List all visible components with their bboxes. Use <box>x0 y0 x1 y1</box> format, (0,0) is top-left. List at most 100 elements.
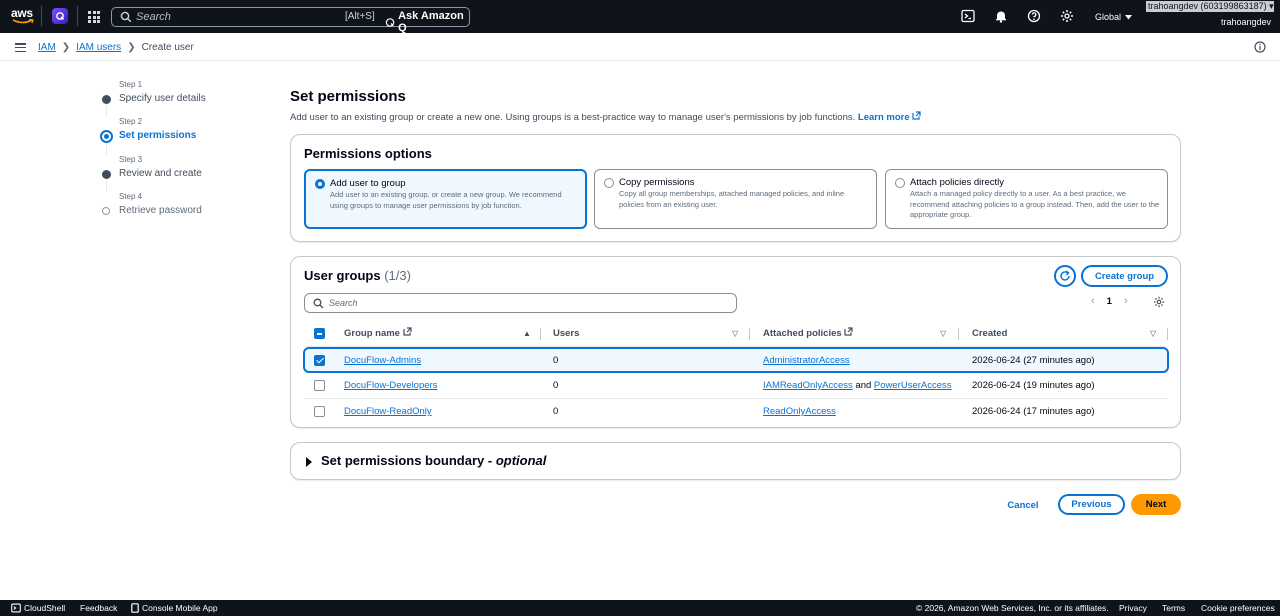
created-date: 2026-06-24 (27 minutes ago) <box>972 355 1095 366</box>
settings-gear-icon[interactable] <box>1060 9 1074 23</box>
table-preferences-gear-icon[interactable] <box>1153 296 1165 308</box>
help-icon[interactable] <box>1027 9 1041 23</box>
user-groups-card: User groups (1/3) Create group Search ‹ … <box>290 256 1181 428</box>
next-button[interactable]: Next <box>1131 494 1181 515</box>
user-groups-count: (1/3) <box>384 268 411 283</box>
footer-feedback[interactable]: Feedback <box>80 603 117 613</box>
policy-link[interactable]: IAMReadOnlyAccess <box>763 380 853 391</box>
ask-amazon-q-button[interactable]: Ask Amazon Q <box>385 10 469 34</box>
chevron-right-icon[interactable]: › <box>1124 295 1128 307</box>
users-count: 0 <box>553 380 559 391</box>
cloudshell-icon <box>11 603 21 613</box>
radio-icon <box>895 178 905 188</box>
permissions-options-title: Permissions options <box>304 146 432 161</box>
refresh-button[interactable] <box>1054 265 1076 287</box>
step-complete-icon <box>102 95 111 104</box>
row-checkbox[interactable] <box>314 380 325 391</box>
option-add-user-to-group[interactable]: Add user to group Add user to an existin… <box>304 169 587 229</box>
breadcrumb-bar: IAM ❯ IAM users ❯ Create user <box>0 33 1280 61</box>
user-groups-title: User groups (1/3) <box>304 268 411 283</box>
breadcrumb-iam[interactable]: IAM <box>38 42 56 53</box>
sort-icon[interactable]: ▽ <box>940 321 946 347</box>
step-pending-icon <box>102 207 110 215</box>
footer-cloudshell[interactable]: CloudShell <box>11 603 65 613</box>
external-link-icon <box>402 327 412 336</box>
amazon-q-icon[interactable] <box>52 8 68 24</box>
permissions-boundary-expander[interactable]: Set permissions boundary - optional <box>290 442 1181 480</box>
page-number[interactable]: 1 <box>1107 296 1112 307</box>
column-created[interactable]: Created <box>972 321 1007 347</box>
cloudshell-icon[interactable] <box>961 9 975 23</box>
column-group-name[interactable]: Group name <box>344 321 412 347</box>
divider <box>41 6 42 26</box>
page-description: Add user to an existing group or create … <box>290 111 921 123</box>
step-complete-icon <box>102 170 111 179</box>
divider <box>77 6 78 26</box>
group-name-link[interactable]: DocuFlow-Admins <box>344 355 421 366</box>
info-icon[interactable] <box>1254 41 1266 53</box>
caret-right-icon <box>306 457 312 467</box>
policy-link[interactable]: ReadOnlyAccess <box>763 406 836 417</box>
sort-icon[interactable]: ▽ <box>1150 321 1156 347</box>
search-shortcut: [Alt+S] <box>345 11 375 22</box>
sort-ascending-icon[interactable]: ▲ <box>523 321 531 347</box>
chevron-left-icon[interactable]: ‹ <box>1091 295 1095 307</box>
footer: CloudShell Feedback Console Mobile App ©… <box>0 600 1280 616</box>
group-search-input[interactable]: Search <box>304 293 737 313</box>
sort-icon[interactable]: ▽ <box>732 321 738 347</box>
aws-logo[interactable]: aws <box>11 7 35 27</box>
created-date: 2026-06-24 (17 minutes ago) <box>972 406 1095 417</box>
policy-link[interactable]: PowerUserAccess <box>874 380 952 391</box>
footer-privacy[interactable]: Privacy <box>1119 603 1147 613</box>
group-name-link[interactable]: DocuFlow-Developers <box>344 380 437 391</box>
policy-link[interactable]: AdministratorAccess <box>763 355 850 366</box>
username: trahoangdev <box>1221 17 1272 27</box>
top-navigation: aws Search [Alt+S] Ask Amazon Q Global t… <box>0 0 1280 34</box>
account-menu[interactable]: trahoangdev (603199863187) ▾ <box>1146 1 1274 12</box>
table-row[interactable]: DocuFlow-ReadOnly 0 ReadOnlyAccess 2026-… <box>304 399 1168 425</box>
option-copy-permissions[interactable]: Copy permissions Copy all group membersh… <box>594 169 877 229</box>
users-count: 0 <box>553 355 559 366</box>
table-header: Group name ▲ Users ▽ Attached policies ▽… <box>304 321 1168 347</box>
create-group-button[interactable]: Create group <box>1081 265 1168 287</box>
footer-mobile-app[interactable]: Console Mobile App <box>131 603 218 613</box>
external-link-icon <box>844 327 853 336</box>
breadcrumb-iam-users[interactable]: IAM users <box>76 42 121 53</box>
select-all-checkbox[interactable] <box>314 328 325 339</box>
learn-more-link[interactable]: Learn more <box>858 111 921 123</box>
previous-button[interactable]: Previous <box>1058 494 1125 515</box>
bell-icon[interactable] <box>994 9 1008 23</box>
footer-copyright: © 2026, Amazon Web Services, Inc. or its… <box>916 603 1109 613</box>
breadcrumb: IAM ❯ IAM users ❯ Create user <box>38 42 194 53</box>
search-icon <box>120 11 132 23</box>
group-name-link[interactable]: DocuFlow-ReadOnly <box>344 406 432 417</box>
page-title: Set permissions <box>290 88 406 105</box>
aws-smile-icon <box>12 19 34 24</box>
pagination: ‹ 1 › <box>1091 295 1128 307</box>
radio-selected-icon <box>315 179 325 189</box>
footer-cookie-preferences[interactable]: Cookie preferences <box>1201 603 1275 613</box>
option-attach-policies-directly[interactable]: Attach policies directly Attach a manage… <box>885 169 1168 229</box>
users-count: 0 <box>553 406 559 417</box>
table-row[interactable]: DocuFlow-Admins 0 AdministratorAccess 20… <box>303 347 1169 373</box>
region-selector[interactable]: Global <box>1095 12 1133 22</box>
column-attached-policies[interactable]: Attached policies <box>763 321 853 347</box>
row-checkbox[interactable] <box>314 406 325 417</box>
caret-down-icon <box>1125 14 1133 19</box>
global-search[interactable]: Search [Alt+S] Ask Amazon Q <box>111 7 470 34</box>
search-placeholder: Search <box>136 11 171 23</box>
menu-hamburger-icon[interactable] <box>15 43 26 52</box>
chevron-right-icon: ❯ <box>127 42 136 53</box>
row-checkbox[interactable] <box>314 355 325 366</box>
refresh-icon <box>1060 270 1070 281</box>
radio-icon <box>604 178 614 188</box>
column-users[interactable]: Users <box>553 321 579 347</box>
footer-terms[interactable]: Terms <box>1162 603 1185 613</box>
mobile-phone-icon <box>131 603 139 613</box>
cancel-button[interactable]: Cancel <box>1000 495 1046 515</box>
table-row[interactable]: DocuFlow-Developers 0 IAMReadOnlyAccess … <box>304 373 1168 399</box>
amazon-q-small-icon <box>385 17 395 27</box>
external-link-icon <box>912 111 921 120</box>
services-grid-icon[interactable] <box>88 11 100 23</box>
search-icon <box>313 298 324 309</box>
